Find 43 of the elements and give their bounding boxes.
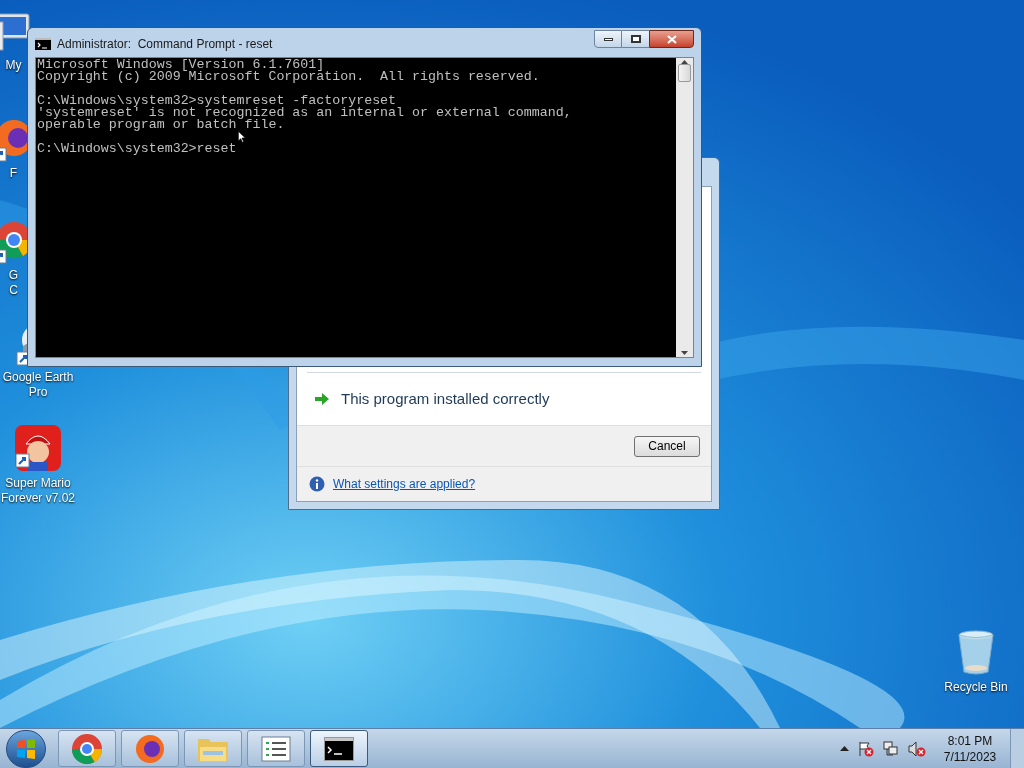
windows-logo-icon <box>16 738 36 759</box>
icon-label[interactable]: Super Mario Forever v7.02 <box>0 476 75 506</box>
mouse-pointer-icon <box>238 131 246 143</box>
taskbar-button[interactable] <box>121 730 179 767</box>
trash-bin-icon <box>956 630 996 676</box>
icon-label[interactable]: My <box>5 58 22 73</box>
time-text: 8:01 PM <box>947 732 993 749</box>
clock[interactable]: 8:01 PM 7/11/2023 <box>934 732 1006 765</box>
icon-label[interactable]: F <box>9 166 18 181</box>
color-wheel-icon <box>71 732 103 765</box>
scrollbar[interactable] <box>676 58 693 357</box>
list-icon <box>261 735 291 762</box>
minimize-icon <box>603 37 613 41</box>
maximize-button[interactable] <box>622 30 649 48</box>
flag-alert-icon[interactable] <box>858 740 874 757</box>
minimize-button[interactable] <box>594 30 622 48</box>
restore-icon <box>630 35 641 43</box>
icon-label[interactable]: Recycle Bin <box>944 680 1008 695</box>
cancel-button[interactable]: Cancel <box>634 435 700 457</box>
terminal-icon <box>324 736 354 761</box>
date-text: 7/11/2023 <box>943 748 997 765</box>
show-desktop-button[interactable] <box>1010 728 1024 768</box>
taskbar-button[interactable] <box>247 730 305 767</box>
game-icon <box>14 424 62 472</box>
console-icon <box>35 37 51 50</box>
window-title: Administrator: Command Prompt - reset <box>57 35 274 53</box>
arrow-icon <box>315 393 329 405</box>
start-button[interactable] <box>6 729 46 768</box>
browser-globe-icon <box>135 733 165 764</box>
status-message: This program installed correctly <box>341 388 550 409</box>
show-hidden-icon[interactable] <box>840 746 849 751</box>
muted-speaker-icon[interactable] <box>908 740 926 757</box>
scroll-thumb[interactable] <box>678 64 691 82</box>
close-icon <box>666 34 677 44</box>
icon-label[interactable]: G C <box>8 268 19 298</box>
settings-link[interactable]: What settings are applied? <box>333 475 476 493</box>
info-icon <box>309 476 325 492</box>
close-button[interactable] <box>649 30 694 48</box>
scroll-down-icon[interactable] <box>681 351 688 355</box>
network-icon[interactable] <box>883 740 899 757</box>
console-output: Microsoft Windows [Version 6.1.7601] Copyright (c) 2009 Microsoft Corporation. All rights reserved. C:\Windows\system32>systemreset -factoryreset 'systemreset' is not recognized as an internal or external command, operable program or batch file. C:\Windows\system32>reset <box>36 58 676 357</box>
icon-label[interactable]: Google Earth Pro <box>2 370 74 400</box>
taskbar-button[interactable] <box>310 730 368 767</box>
